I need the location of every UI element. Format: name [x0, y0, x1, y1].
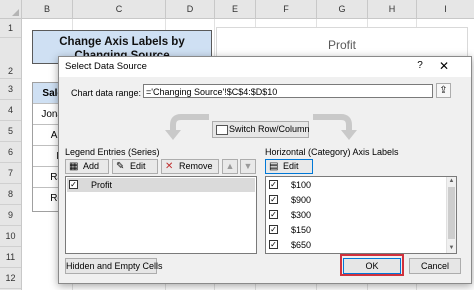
axis-label-row[interactable]: ✓ $150 — [267, 223, 445, 237]
column-header-e[interactable]: E — [215, 0, 256, 18]
add-series-button[interactable]: ▦ Add — [65, 159, 109, 174]
column-header-h[interactable]: H — [368, 0, 417, 18]
axis-label-checkbox[interactable]: ✓ — [269, 225, 278, 234]
move-up-button[interactable]: ▲ — [222, 159, 238, 174]
axis-label-text: $300 — [291, 210, 312, 220]
remove-series-button[interactable]: ✕ Remove — [161, 159, 219, 174]
cancel-button[interactable]: Cancel — [409, 258, 461, 274]
ok-button[interactable]: OK — [343, 258, 401, 274]
collapse-icon: ⇪ — [439, 85, 448, 96]
remove-icon: ✕ — [165, 161, 174, 172]
row-header-3[interactable]: 3 — [0, 79, 21, 100]
row-header-9[interactable]: 9 — [0, 205, 21, 226]
chart-data-range-input[interactable]: ='Changing Source'!$C$4:$D$10 — [143, 84, 433, 98]
edit-series-label: Edit — [130, 161, 146, 171]
axis-label-row[interactable]: ✓ $100 — [267, 178, 445, 192]
scroll-up-icon[interactable]: ▲ — [447, 177, 456, 186]
edit-icon: ✎ — [116, 161, 125, 172]
axis-label-checkbox[interactable]: ✓ — [269, 210, 278, 219]
hidden-empty-cells-button[interactable]: Hidden and Empty Cells — [65, 258, 163, 274]
row-header-5[interactable]: 5 — [0, 121, 21, 142]
row-header-6[interactable]: 6 — [0, 142, 21, 163]
row-header-10[interactable]: 10 — [0, 226, 21, 247]
dialog-titlebar[interactable]: Select Data Source ? ✕ — [59, 57, 471, 77]
column-header-c[interactable]: C — [73, 0, 166, 18]
series-row-profit[interactable]: ✓ Profit — [67, 178, 255, 192]
axis-labels-scrollbar[interactable]: ▲ ▼ — [446, 177, 456, 253]
collapse-dialog-button[interactable]: ⇪ — [436, 83, 451, 98]
remove-series-label: Remove — [179, 161, 213, 171]
column-header-g[interactable]: G — [317, 0, 368, 18]
select-data-source-dialog: Select Data Source ? ✕ Chart data range:… — [58, 56, 472, 284]
row-header-column: 1 2 3 4 5 6 7 8 9 10 11 12 — [0, 19, 22, 290]
add-series-label: Add — [83, 161, 100, 171]
switch-row-column-label: Switch Row/Column — [229, 124, 310, 134]
corner-triangle-icon — [12, 9, 19, 16]
switch-icon — [216, 125, 228, 135]
axis-label-checkbox[interactable]: ✓ — [269, 180, 278, 189]
edit-axis-label: Edit — [283, 161, 299, 171]
row-header-12[interactable]: 12 — [0, 268, 21, 289]
column-header-f[interactable]: F — [256, 0, 317, 18]
axis-label-text: $150 — [291, 225, 312, 235]
close-icon[interactable]: ✕ — [437, 59, 451, 73]
chart-data-range-label: Chart data range: — [71, 88, 142, 98]
row-header-1[interactable]: 1 — [0, 19, 21, 38]
move-up-icon: ▲ — [225, 161, 235, 171]
edit-series-button[interactable]: ✎ Edit — [112, 159, 158, 174]
legend-entries-title: Legend Entries (Series) — [65, 147, 160, 157]
select-all-corner[interactable] — [0, 0, 22, 18]
axis-label-row[interactable]: ✓ $900 — [267, 193, 445, 207]
row-header-7[interactable]: 7 — [0, 163, 21, 184]
column-header-b[interactable]: B — [22, 0, 73, 18]
add-icon: ▦ — [69, 161, 79, 172]
scroll-down-icon[interactable]: ▼ — [447, 244, 456, 253]
help-icon[interactable]: ? — [413, 60, 427, 71]
axis-label-text: $100 — [291, 180, 312, 190]
legend-series-list[interactable]: ✓ Profit — [65, 176, 257, 254]
chart-title[interactable]: Profit — [217, 38, 467, 52]
row-header-4[interactable]: 4 — [0, 100, 21, 121]
axis-label-text: $900 — [291, 195, 312, 205]
series-name: Profit — [91, 180, 113, 190]
switch-row-column-button[interactable]: Switch Row/Column — [212, 121, 310, 138]
column-header-i[interactable]: I — [417, 0, 474, 18]
row-header-11[interactable]: 11 — [0, 247, 21, 268]
column-header-d[interactable]: D — [166, 0, 215, 18]
series-checkbox[interactable]: ✓ — [69, 180, 78, 189]
edit-axis-icon: ▤ — [269, 161, 279, 172]
row-header-2[interactable]: 2 — [0, 38, 21, 79]
axis-label-row[interactable]: ✓ $300 — [267, 208, 445, 222]
dialog-title: Select Data Source — [65, 61, 147, 72]
axis-labels-list[interactable]: ✓ $100 ✓ $900 ✓ $300 ✓ $150 ✓ $650 ▲ ▼ — [265, 176, 457, 254]
edit-axis-labels-button[interactable]: ▤ Edit — [265, 159, 313, 174]
axis-label-text: $650 — [291, 240, 312, 250]
axis-label-checkbox[interactable]: ✓ — [269, 240, 278, 249]
row-header-8[interactable]: 8 — [0, 184, 21, 205]
move-down-button[interactable]: ▼ — [240, 159, 256, 174]
axis-label-row[interactable]: ✓ $650 — [267, 238, 445, 252]
curved-arrow-left-icon — [165, 114, 209, 140]
curved-arrow-right-icon — [313, 114, 357, 140]
scroll-thumb[interactable] — [448, 187, 455, 239]
axis-label-checkbox[interactable]: ✓ — [269, 195, 278, 204]
axis-labels-title: Horizontal (Category) Axis Labels — [265, 147, 399, 157]
move-down-icon: ▼ — [243, 161, 253, 171]
